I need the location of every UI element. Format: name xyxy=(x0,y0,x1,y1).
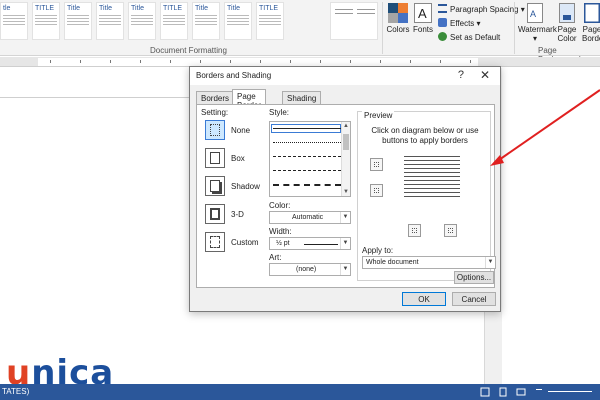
annotation-arrow xyxy=(490,89,600,166)
